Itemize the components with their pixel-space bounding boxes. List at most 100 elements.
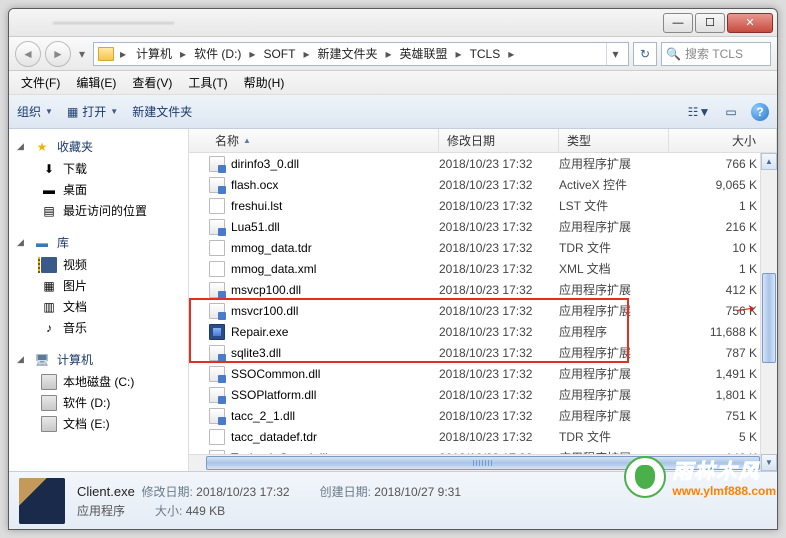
breadcrumb-4[interactable]: 英雄联盟 [396, 47, 452, 61]
menu-view[interactable]: 查看(V) [126, 72, 178, 93]
file-row[interactable]: mmog_data.xml2018/10/23 17:32XML 文档1 K [189, 258, 777, 279]
sidebar-item[interactable]: ⬇下载 [9, 158, 188, 179]
forward-button[interactable]: ► [45, 41, 71, 67]
sidebar-item[interactable]: ▤最近访问的位置 [9, 200, 188, 221]
sidebar-item[interactable]: 文档 (E:) [9, 413, 188, 434]
file-row[interactable]: SSOCommon.dll2018/10/23 17:32应用程序扩展1,491… [189, 363, 777, 384]
sidebar-item[interactable]: 软件 (D:) [9, 392, 188, 413]
file-row[interactable]: msvcp100.dll2018/10/23 17:32应用程序扩展412 K [189, 279, 777, 300]
scroll-down-button[interactable]: ▼ [761, 454, 777, 471]
sidebar-item[interactable]: ▦图片 [9, 275, 188, 296]
file-row[interactable]: freshui.lst2018/10/23 17:32LST 文件1 K [189, 195, 777, 216]
sidebar-item[interactable]: 本地磁盘 (C:) [9, 371, 188, 392]
menu-file[interactable]: 文件(F) [15, 72, 66, 93]
breadcrumb-5[interactable]: TCLS [466, 47, 505, 61]
scroll-thumb[interactable] [762, 273, 776, 363]
explorer-window: ——————————— — ☐ ✕ ◄ ► ▾ ▸ 计算机▸软件 (D:)▸SO… [8, 8, 778, 530]
open-button[interactable]: ▦打开▼ [67, 103, 118, 120]
file-name: SSOPlatform.dll [231, 388, 316, 402]
file-date: 2018/10/23 17:32 [439, 262, 559, 276]
details-modified: 2018/10/23 17:32 [196, 485, 289, 499]
refresh-button[interactable]: ↻ [633, 42, 657, 66]
address-dropdown[interactable]: ▾ [606, 43, 624, 65]
sidebar-libraries-header[interactable]: ◢▬库 [9, 231, 188, 254]
sidebar-favorites-header[interactable]: ◢★收藏夹 [9, 135, 188, 158]
menu-edit[interactable]: 编辑(E) [70, 72, 122, 93]
vertical-scrollbar[interactable]: ▲ ▼ [760, 153, 777, 471]
file-type: TDR 文件 [559, 428, 669, 445]
file-row[interactable]: msvcr100.dll2018/10/23 17:32应用程序扩展756 K [189, 300, 777, 321]
file-date: 2018/10/23 17:32 [439, 325, 559, 339]
breadcrumb-sep[interactable]: ▸ [245, 47, 259, 61]
breadcrumb-sep[interactable]: ▸ [504, 47, 518, 61]
view-mode-button[interactable]: ☷▼ [687, 102, 711, 122]
breadcrumb-1[interactable]: 软件 (D:) [190, 47, 245, 61]
col-type[interactable]: 类型 [559, 129, 669, 152]
history-dropdown[interactable]: ▾ [75, 42, 89, 66]
file-date: 2018/10/23 17:32 [439, 367, 559, 381]
scroll-up-button[interactable]: ▲ [761, 153, 777, 170]
back-button[interactable]: ◄ [15, 41, 41, 67]
dll-icon [209, 282, 225, 298]
file-name: Lua51.dll [231, 220, 280, 234]
file-type: 应用程序扩展 [559, 281, 669, 298]
sidebar-item[interactable]: ▥文档 [9, 296, 188, 317]
file-row[interactable]: tacc_2_1.dll2018/10/23 17:32应用程序扩展751 K [189, 405, 777, 426]
sidebar-item-label: 软件 (D:) [63, 394, 110, 411]
breadcrumb-sep[interactable]: ▸ [299, 47, 313, 61]
xml-icon [209, 261, 225, 277]
breadcrumb-2[interactable]: SOFT [259, 47, 299, 61]
help-button[interactable]: ? [751, 103, 769, 121]
organize-button[interactable]: 组织▼ [17, 103, 53, 120]
sidebar-item[interactable]: ▬桌面 [9, 179, 188, 200]
file-row[interactable]: dirinfo3_0.dll2018/10/23 17:32应用程序扩展766 … [189, 153, 777, 174]
sidebar-item[interactable]: 视频 [9, 254, 188, 275]
breadcrumb-sep[interactable]: ▸ [116, 47, 130, 61]
file-type: XML 文档 [559, 260, 669, 277]
file-type: 应用程序扩展 [559, 344, 669, 361]
address-bar[interactable]: ▸ 计算机▸软件 (D:)▸SOFT▸新建文件夹▸英雄联盟▸TCLS▸ ▾ [93, 42, 629, 66]
sidebar-item-label: 视频 [63, 256, 87, 273]
dll-icon [209, 177, 225, 193]
file-name: tacc_datadef.tdr [231, 430, 317, 444]
breadcrumb-0[interactable]: 计算机 [132, 47, 176, 61]
collapse-icon: ◢ [17, 354, 27, 365]
file-row[interactable]: flash.ocx2018/10/23 17:32ActiveX 控件9,065… [189, 174, 777, 195]
file-name: flash.ocx [231, 178, 278, 192]
search-box[interactable]: 🔍 搜索 TCLS [661, 42, 771, 66]
breadcrumb-3[interactable]: 新建文件夹 [313, 47, 381, 61]
breadcrumb-sep[interactable]: ▸ [176, 47, 190, 61]
file-row[interactable]: sqlite3.dll2018/10/23 17:32应用程序扩展787 K [189, 342, 777, 363]
sidebar-computer-header[interactable]: ◢🖥计算机 [9, 348, 188, 371]
file-row[interactable]: TasLoginGuard.dll2018/10/23 17:32应用程序扩展1… [189, 447, 777, 454]
pictures-icon: ▦ [41, 278, 57, 294]
content-area: ◢★收藏夹 ⬇下载▬桌面▤最近访问的位置 ◢▬库 视频 ▦图片▥文档♪音乐 ◢🖥计… [9, 129, 777, 471]
file-name: sqlite3.dll [231, 346, 281, 360]
col-date[interactable]: 修改日期 [439, 129, 559, 152]
file-name: freshui.lst [231, 199, 282, 213]
file-type: 应用程序扩展 [559, 365, 669, 382]
file-row[interactable]: SSOPlatform.dll2018/10/23 17:32应用程序扩展1,8… [189, 384, 777, 405]
window-buttons: — ☐ ✕ [663, 13, 773, 33]
file-row[interactable]: Repair.exe2018/10/23 17:32应用程序11,688 K [189, 321, 777, 342]
star-icon: ★ [33, 139, 51, 155]
col-name[interactable]: 名称▲ [189, 129, 439, 152]
file-list[interactable]: dirinfo3_0.dll2018/10/23 17:32应用程序扩展766 … [189, 153, 777, 454]
preview-pane-button[interactable]: ▭ [719, 102, 743, 122]
file-row[interactable]: Lua51.dll2018/10/23 17:32应用程序扩展216 K [189, 216, 777, 237]
col-size[interactable]: 大小 [669, 129, 777, 152]
breadcrumb-sep[interactable]: ▸ [452, 47, 466, 61]
file-type: 应用程序扩展 [559, 407, 669, 424]
file-row[interactable]: mmog_data.tdr2018/10/23 17:32TDR 文件10 K [189, 237, 777, 258]
file-row[interactable]: tacc_datadef.tdr2018/10/23 17:32TDR 文件5 … [189, 426, 777, 447]
sidebar-computer: ◢🖥计算机 本地磁盘 (C:) 软件 (D:) 文档 (E:) [9, 348, 188, 434]
menu-tools[interactable]: 工具(T) [182, 72, 233, 93]
close-button[interactable]: ✕ [727, 13, 773, 33]
minimize-button[interactable]: — [663, 13, 693, 33]
maximize-button[interactable]: ☐ [695, 13, 725, 33]
horizontal-scrollbar[interactable] [189, 454, 777, 471]
new-folder-button[interactable]: 新建文件夹 [132, 103, 192, 120]
sidebar-item[interactable]: ♪音乐 [9, 317, 188, 338]
breadcrumb-sep[interactable]: ▸ [381, 47, 395, 61]
menu-help[interactable]: 帮助(H) [238, 72, 291, 93]
